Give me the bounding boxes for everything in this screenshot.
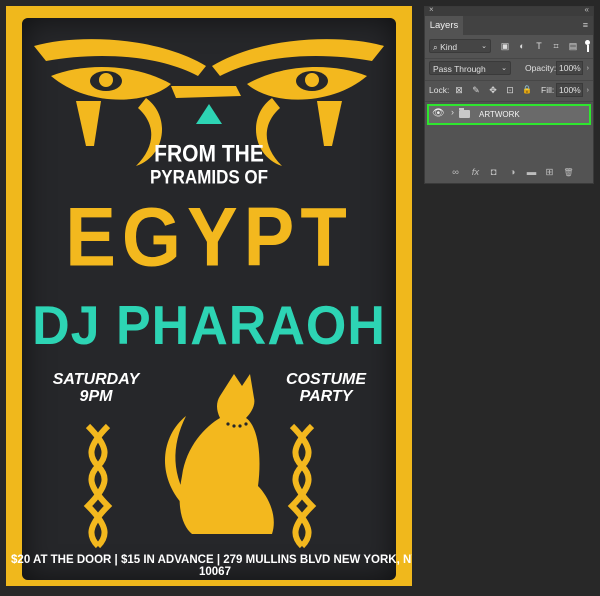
lock-artboard-icon[interactable]: ⊡ [504,84,516,96]
poster-footer: $20 AT THE DOOR | $15 IN ADVANCE | 279 M… [11,554,412,578]
fill-field[interactable]: 100% › [556,83,589,97]
lock-position-icon[interactable]: ✥ [487,84,499,96]
kind-filter-select[interactable]: ⌕ Kind ⌄ [429,39,491,53]
smart-object-filter-icon[interactable]: ▤ [566,40,580,52]
link-layers-icon[interactable]: ∞ [449,166,462,179]
chevron-right-icon[interactable]: › [587,85,589,97]
filter-row: ⌕ Kind ⌄ ▣ ◐ T ⌗ ▤ [429,39,591,55]
saturday-line-2: 9PM [79,388,113,405]
layers-panel: × « Layers ≡ ⌕ Kind ⌄ ▣ ◐ T ⌗ ▤ Pass Thr… [424,5,594,184]
adjustment-layer-icon[interactable]: ◑ [506,166,519,179]
poster-canvas: FROM THE PYRAMIDS OF EGYPT DJ PHARAOH SA… [6,6,412,586]
opacity-field[interactable]: 100% › [556,61,589,75]
opacity-label: Opacity: [525,63,557,73]
collapse-icon[interactable]: « [585,5,589,14]
image-filter-icon[interactable]: ▣ [498,40,512,52]
saturday-line-1: SATURDAY [52,371,140,388]
divider [425,58,593,59]
costume-party-text: COSTUME PARTY [271,371,381,405]
blend-row: Pass Through ⌄ Opacity: 100% › [429,61,591,77]
pyramid-icon [196,104,222,124]
lock-transparency-icon[interactable]: ⊠ [453,84,465,96]
poster-subtitle: DJ PHARAOH [32,295,386,357]
lock-row: Lock: ⊠ ✎ ✥ ⊡ 🔒 Fill: 100% › [429,83,591,99]
new-group-icon[interactable]: ▬ [525,166,538,179]
lock-all-icon[interactable]: 🔒 [521,84,533,96]
visibility-eye-icon[interactable]: 👁 [432,108,445,120]
toggle-track-icon [587,45,589,52]
costume-line-2: PARTY [299,388,353,405]
search-icon: ⌕ [433,42,438,52]
chevron-right-icon[interactable]: › [587,63,589,75]
panel-tab-row: Layers ≡ [425,16,593,35]
chevron-down-icon: ⌄ [481,43,487,50]
right-braid-ornament [287,423,317,549]
divider [425,80,593,81]
fill-label: Fill: [541,85,555,95]
from-line-2: PYRAMIDS OF [149,166,269,188]
lock-image-pixels-icon[interactable]: ✎ [470,84,482,96]
bastet-cat-icon [165,374,274,534]
add-mask-icon[interactable]: ◘ [487,166,500,179]
folder-icon [459,108,470,118]
chevron-down-icon: ⌄ [501,65,507,72]
layers-list: 👁 › ARTWORK [425,103,593,163]
type-filter-icon[interactable]: T [532,40,546,52]
blend-mode-value: Pass Through [433,64,486,74]
from-line-1: FROM THE [154,140,264,168]
layer-name[interactable]: ARTWORK [479,106,520,123]
divider [425,101,593,102]
kind-filter-label: Kind [440,42,458,52]
trash-icon[interactable]: 🗑 [562,166,575,179]
close-icon[interactable]: × [429,5,434,14]
tab-layers[interactable]: Layers [425,16,463,35]
fx-icon[interactable]: fx [469,166,482,179]
panel-bottom-bar: ∞ fx ◘ ◑ ▬ ⊞ 🗑 [425,162,593,184]
poster-title: EGYPT [65,190,353,285]
adjustment-filter-icon[interactable]: ◐ [515,40,529,52]
fill-value: 100% [559,85,581,95]
panel-title-bar[interactable]: × « [425,5,593,16]
panel-menu-icon[interactable]: ≡ [583,20,588,30]
new-layer-icon[interactable]: ⊞ [543,166,556,179]
opacity-value: 100% [559,63,581,73]
expand-arrow-icon[interactable]: › [451,107,454,117]
blend-mode-select[interactable]: Pass Through ⌄ [429,61,511,75]
shape-filter-icon[interactable]: ⌗ [549,40,563,52]
left-braid-ornament [83,423,113,549]
lock-label: Lock: [429,85,450,95]
saturday-text: SATURDAY 9PM [46,371,146,405]
layer-row-artwork[interactable]: 👁 › ARTWORK [427,104,591,125]
costume-line-1: COSTUME [286,371,366,388]
filter-toggle-switch[interactable] [585,40,591,52]
from-the-pyramids-text: FROM THE PYRAMIDS OF [6,141,412,189]
